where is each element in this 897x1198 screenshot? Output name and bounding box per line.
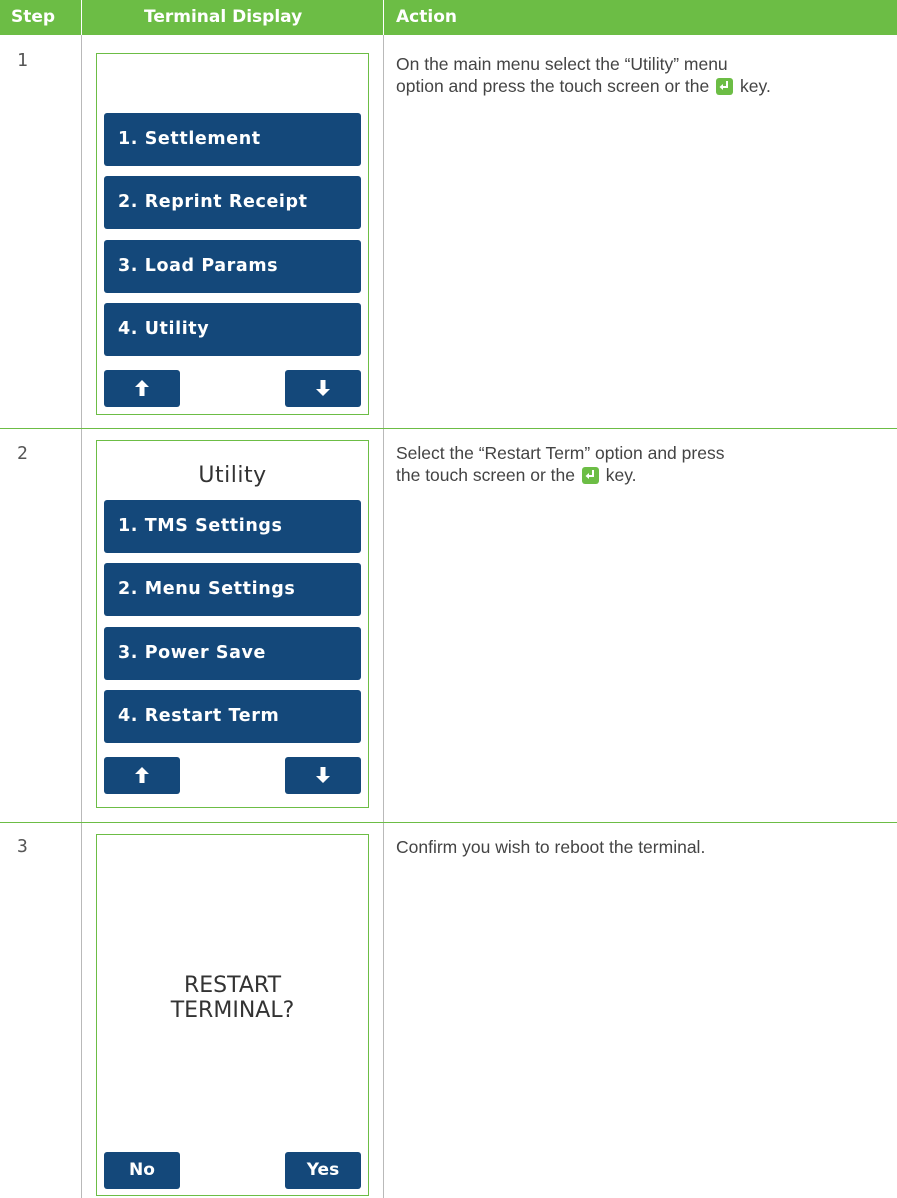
column-divider (383, 35, 384, 1198)
action-line: the touch screen or the key. (396, 465, 637, 485)
header-action: Action (396, 7, 457, 27)
menu-item-reprint-receipt[interactable]: 2. Reprint Receipt (104, 176, 361, 229)
action-line: Confirm you wish to reboot the terminal. (396, 837, 706, 857)
scroll-up-button[interactable] (104, 370, 180, 407)
down-arrow-icon (316, 380, 330, 396)
menu-item-restart-term[interactable]: 4. Restart Term (104, 690, 361, 743)
menu-item-tms-settings[interactable]: 1. TMS Settings (104, 500, 361, 553)
action-line: On the main menu select the “Utility” me… (396, 54, 728, 74)
header-terminal-display: Terminal Display (144, 7, 303, 27)
step-number: 1 (17, 50, 28, 71)
scroll-down-button[interactable] (285, 757, 361, 794)
scroll-up-button[interactable] (104, 757, 180, 794)
action-text: On the main menu select the “Utility” me… (396, 53, 896, 97)
action-text: Select the “Restart Term” option and pre… (396, 442, 896, 486)
enter-key-icon (716, 78, 734, 95)
step-number: 2 (17, 443, 28, 464)
enter-key-icon (581, 467, 599, 484)
up-arrow-icon (135, 767, 149, 783)
menu-item-power-save[interactable]: 3. Power Save (104, 627, 361, 680)
terminal-screen: RESTART TERMINAL? No Yes (96, 834, 369, 1196)
menu-item-menu-settings[interactable]: 2. Menu Settings (104, 563, 361, 616)
terminal-screen: 1. Settlement 2. Reprint Receipt 3. Load… (96, 53, 369, 415)
header-step: Step (11, 7, 56, 27)
action-line: option and press the touch screen or the… (396, 76, 771, 96)
table-header: Step Terminal Display Action (0, 0, 897, 35)
confirm-message: RESTART TERMINAL? (170, 973, 295, 1023)
menu-item-settlement[interactable]: 1. Settlement (104, 113, 361, 166)
scroll-down-button[interactable] (285, 370, 361, 407)
terminal-screen: Utility 1. TMS Settings 2. Menu Settings… (96, 440, 369, 808)
up-arrow-icon (135, 380, 149, 396)
yes-button[interactable]: Yes (285, 1152, 361, 1189)
action-text: Confirm you wish to reboot the terminal. (396, 836, 896, 858)
step-number: 3 (17, 836, 28, 857)
row-divider (0, 822, 897, 823)
row-divider (0, 428, 897, 429)
column-divider (81, 35, 82, 1198)
menu-item-load-params[interactable]: 3. Load Params (104, 240, 361, 293)
screen-title: Utility (198, 463, 267, 488)
instruction-table: Step Terminal Display Action 1 1. Settle… (0, 0, 897, 1198)
menu-item-utility[interactable]: 4. Utility (104, 303, 361, 356)
down-arrow-icon (316, 767, 330, 783)
no-button[interactable]: No (104, 1152, 180, 1189)
action-line: Select the “Restart Term” option and pre… (396, 443, 725, 463)
